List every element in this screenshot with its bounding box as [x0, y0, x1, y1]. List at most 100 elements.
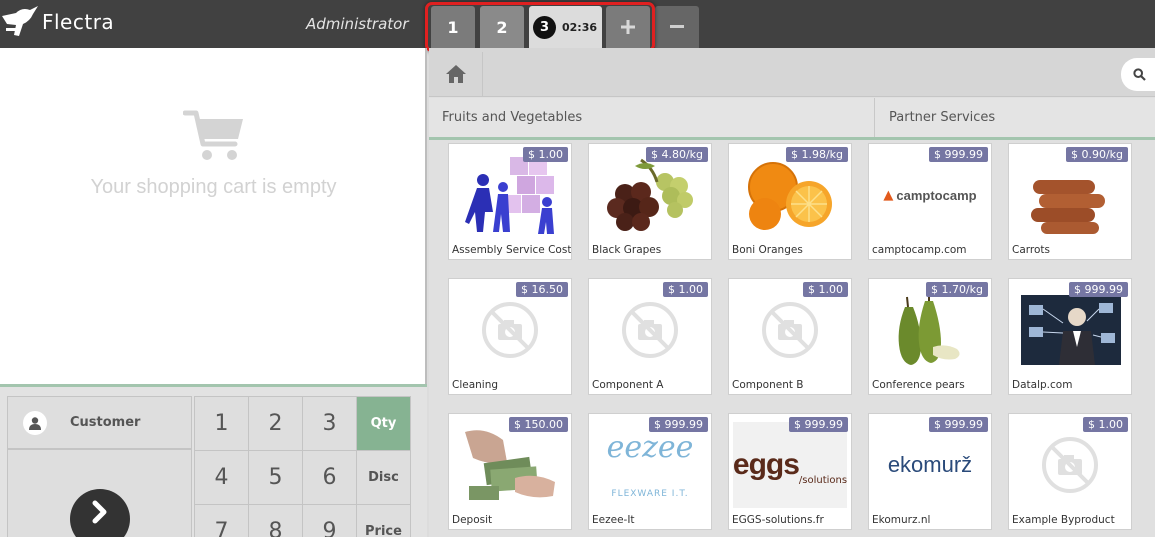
order-tab-3[interactable]: 3 02:36 [529, 6, 602, 48]
product-card[interactable]: eezee FLEXWARE I.T. $ 999.99 Eezee-It [588, 413, 712, 530]
mode-disc-button[interactable]: Disc [356, 450, 411, 505]
mode-price-button[interactable]: Price [356, 504, 411, 537]
product-card[interactable]: $ 16.50 Cleaning [448, 278, 572, 395]
numpad-key-7[interactable]: 7 [194, 504, 249, 537]
product-card[interactable]: $ 4.80/kg Black Grapes [588, 143, 712, 260]
search-box[interactable] [1121, 58, 1155, 91]
product-name: Datalp.com [1012, 379, 1073, 391]
payment-circle [70, 489, 130, 537]
top-bar: Flectra Administrator 1 2 3 02:36 [0, 0, 1155, 52]
no-image-icon [453, 287, 567, 373]
product-card[interactable]: $ 150.00 Deposit [448, 413, 572, 530]
product-price: $ 150.00 [509, 417, 568, 432]
product-price: $ 999.99 [789, 417, 848, 432]
numpad-key-6[interactable]: 6 [302, 450, 357, 505]
product-name: Boni Oranges [732, 244, 803, 256]
product-name: Component B [732, 379, 804, 391]
product-image [1013, 287, 1127, 373]
product-card[interactable]: eggs /solutions $ 999.99 EGGS-solutions.… [728, 413, 852, 530]
product-card[interactable]: $ 1.70/kg Conference pears [868, 278, 992, 395]
empty-cart-text: Your shopping cart is empty [90, 176, 337, 198]
product-card[interactable]: $ 0.90/kg Carrots [1008, 143, 1132, 260]
product-price: $ 16.50 [516, 282, 568, 297]
logo-text: eezee [606, 430, 694, 465]
username[interactable]: Administrator [306, 15, 409, 33]
product-name: Cleaning [452, 379, 499, 391]
product-price: $ 4.80/kg [645, 147, 708, 162]
product-price: $ 999.99 [929, 147, 988, 162]
numpad-key-8[interactable]: 8 [248, 504, 303, 537]
numpad-key-1[interactable]: 1 [194, 396, 249, 451]
eezee-logo: eezee FLEXWARE I.T. [593, 422, 707, 508]
product-name: Black Grapes [592, 244, 662, 256]
numpad-key-2[interactable]: 2 [248, 396, 303, 451]
product-price: $ 1.00 [523, 147, 568, 162]
user-icon [23, 410, 47, 435]
product-price: $ 0.90/kg [1065, 147, 1128, 162]
product-card[interactable]: $ 1.00 Component A [588, 278, 712, 395]
product-image [873, 287, 987, 373]
logo-text: camptocamp [896, 187, 977, 203]
product-price: $ 1.00 [663, 282, 708, 297]
numpad-key-3[interactable]: 3 [302, 396, 357, 451]
logo-text: ekomurž [887, 452, 973, 477]
action-pad: Customer 1 2 3 Qty 4 5 6 Disc 7 8 9 Pric… [0, 387, 427, 537]
product-name: Eezee-It [592, 514, 635, 526]
product-image [1013, 152, 1127, 238]
product-image [453, 422, 567, 508]
home-button[interactable] [429, 52, 483, 96]
home-icon [445, 65, 466, 83]
mode-qty-button[interactable]: Qty [356, 396, 411, 451]
customer-label: Customer [70, 415, 141, 430]
product-name: Assembly Service Cost [452, 244, 572, 256]
product-card[interactable]: ekomurž $ 999.99 Ekomurz.nl [868, 413, 992, 530]
delete-order-button[interactable] [655, 6, 699, 48]
logo-subtext: FLEXWARE I.T. [611, 489, 689, 499]
numpad-key-5[interactable]: 5 [248, 450, 303, 505]
camptocamp-logo: ▲ camptocamp [873, 152, 987, 238]
no-image-icon [593, 287, 707, 373]
numpad-key-4[interactable]: 4 [194, 450, 249, 505]
product-card[interactable]: $ 999.99 Datalp.com [1008, 278, 1132, 395]
numpad-key-9[interactable]: 9 [302, 504, 357, 537]
logo: Flectra [0, 4, 114, 40]
customer-button[interactable]: Customer [7, 396, 192, 449]
category-partner-services[interactable]: Partner Services [876, 98, 1155, 137]
minus-icon [670, 25, 684, 28]
product-card[interactable]: ▲ camptocamp $ 999.99 camptocamp.com [868, 143, 992, 260]
order-tab-2[interactable]: 2 [480, 6, 524, 48]
product-price: $ 1.00 [1083, 417, 1128, 432]
empty-cart: Your shopping cart is empty [0, 110, 427, 199]
product-card[interactable]: $ 1.00 Example Byproduct [1008, 413, 1132, 530]
product-name: Example Byproduct [1012, 514, 1115, 526]
category-breadcrumb-bar [429, 48, 1155, 97]
product-price: $ 999.99 [929, 417, 988, 432]
product-card[interactable]: $ 1.00 Assembly Service Cost [448, 143, 572, 260]
order-pane: Your shopping cart is empty Customer 1 2… [0, 48, 427, 537]
product-price: $ 1.70/kg [925, 282, 988, 297]
category-fruits-and-vegetables[interactable]: Fruits and Vegetables [429, 98, 875, 137]
order-time: 02:36 [562, 20, 598, 34]
plus-icon [621, 20, 635, 34]
logo-text: Flectra [42, 10, 115, 34]
product-name: Component A [592, 379, 664, 391]
product-name: Conference pears [872, 379, 965, 391]
products-pane: Fruits and Vegetables Partner Services $… [429, 48, 1155, 537]
order-tab-1[interactable]: 1 [431, 6, 475, 48]
no-image-icon [1013, 422, 1127, 508]
product-card[interactable]: $ 1.00 Component B [728, 278, 852, 395]
payment-button[interactable] [7, 449, 192, 537]
cart-icon [182, 110, 243, 160]
product-name: camptocamp.com [872, 244, 967, 256]
no-image-icon [733, 287, 847, 373]
product-price: $ 999.99 [1069, 282, 1128, 297]
bird-logo-icon [2, 6, 38, 36]
product-name: Carrots [1012, 244, 1050, 256]
order-number-badge: 3 [533, 15, 556, 39]
product-price: $ 1.98/kg [785, 147, 848, 162]
product-image [593, 152, 707, 238]
new-order-button[interactable] [606, 6, 650, 48]
product-card[interactable]: $ 1.98/kg Boni Oranges [728, 143, 852, 260]
product-image [453, 152, 567, 238]
logo-text: eggs [732, 448, 800, 481]
